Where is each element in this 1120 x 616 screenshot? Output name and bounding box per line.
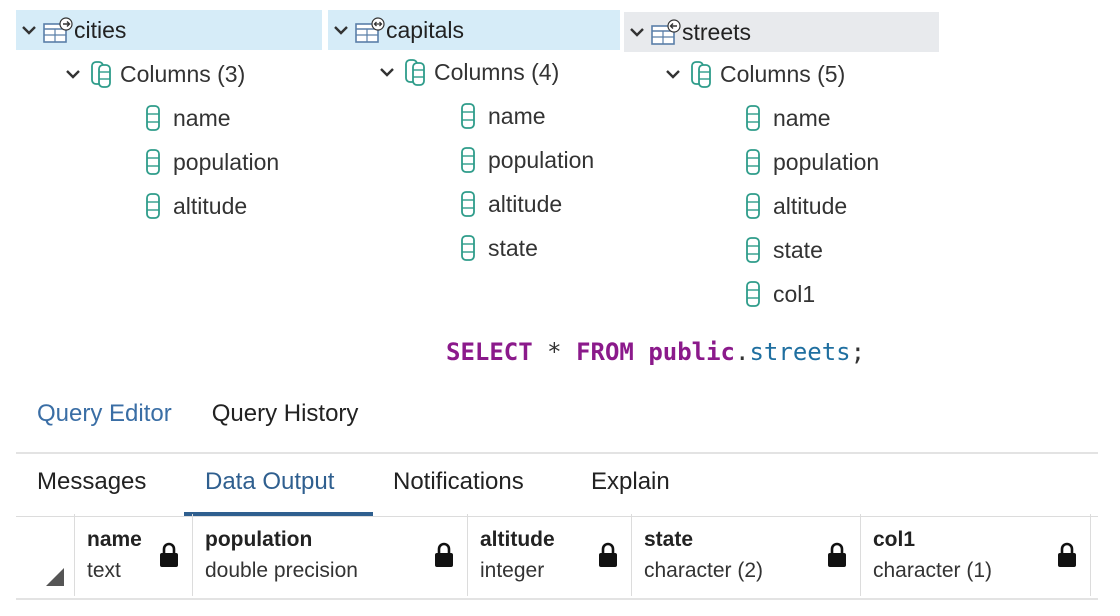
- column-name: altitude: [773, 192, 848, 219]
- column-icon: [739, 103, 767, 133]
- tab-explain[interactable]: Explain: [591, 468, 670, 496]
- column-name: population: [488, 146, 595, 173]
- lock-icon: [435, 542, 453, 567]
- select-all-corner-icon: [46, 568, 64, 586]
- column-icon: [454, 101, 482, 131]
- tab-data-output[interactable]: Data Output: [205, 468, 334, 496]
- columns-label: Columns (4): [434, 58, 560, 85]
- lock-icon: [160, 542, 178, 567]
- column-name: population: [173, 148, 280, 175]
- sql-keyword-from: FROM: [576, 338, 634, 366]
- chevron-down-icon[interactable]: [374, 59, 400, 85]
- table-name: cities: [74, 16, 127, 43]
- columns-icon: [400, 57, 432, 87]
- tree-column-item[interactable]: altitude: [139, 188, 247, 224]
- tab-notifications[interactable]: Notifications: [393, 468, 524, 496]
- select-all-corner[interactable]: [16, 514, 75, 596]
- sql-query-line[interactable]: SELECT * FROM public.streets;: [446, 338, 865, 366]
- column-icon: [139, 191, 167, 221]
- column-header-population[interactable]: population double precision: [193, 514, 468, 596]
- column-name: name: [488, 102, 546, 129]
- tree-column-item[interactable]: population: [139, 144, 279, 180]
- tree-column-item[interactable]: population: [739, 144, 879, 180]
- chevron-down-icon[interactable]: [328, 17, 354, 43]
- column-icon: [739, 147, 767, 177]
- lock-icon: [599, 542, 617, 567]
- column-icon: [739, 191, 767, 221]
- tree-column-item[interactable]: name: [454, 98, 546, 134]
- column-name: population: [773, 148, 880, 175]
- columns-icon: [86, 59, 118, 89]
- column-icon: [454, 145, 482, 175]
- columns-node[interactable]: Columns (5): [660, 56, 845, 92]
- tab-query-history[interactable]: Query History: [212, 400, 359, 428]
- output-tabs: Messages Data Output Notifications Expla…: [16, 452, 1098, 517]
- tree-column-item[interactable]: state: [454, 230, 538, 266]
- column-header-title: population: [205, 528, 313, 551]
- tree-column-item[interactable]: name: [739, 100, 831, 136]
- columns-node[interactable]: Columns (4): [374, 54, 559, 90]
- tab-query-editor[interactable]: Query Editor: [37, 400, 172, 428]
- columns-node[interactable]: Columns (3): [60, 56, 245, 92]
- column-header-name[interactable]: name text: [75, 514, 193, 596]
- tree-column-item[interactable]: state: [739, 232, 823, 268]
- columns-icon: [686, 59, 718, 89]
- column-name: altitude: [173, 192, 248, 219]
- column-name: state: [773, 236, 823, 263]
- editor-tabs: Query Editor Query History: [37, 400, 358, 428]
- column-icon: [739, 235, 767, 265]
- column-icon: [739, 279, 767, 309]
- column-header-title: altitude: [480, 528, 555, 551]
- tree-column-item[interactable]: name: [139, 100, 231, 136]
- column-header-type: double precision: [205, 559, 358, 582]
- column-name: state: [488, 234, 538, 261]
- column-name: name: [773, 104, 831, 131]
- column-header-col1[interactable]: col1 character (1): [861, 514, 1091, 596]
- column-header-title: name: [87, 528, 142, 551]
- columns-label: Columns (3): [120, 60, 246, 87]
- sql-schema: public: [648, 338, 736, 366]
- tree-column-item[interactable]: altitude: [454, 186, 562, 222]
- column-header-title: col1: [873, 528, 916, 551]
- data-grid-header: name text population double precision al…: [16, 514, 1098, 600]
- sql-semicolon: ;: [850, 338, 866, 366]
- chevron-down-icon[interactable]: [60, 61, 86, 87]
- chevron-down-icon[interactable]: [660, 61, 686, 87]
- column-icon: [139, 103, 167, 133]
- columns-label: Columns (5): [720, 60, 846, 87]
- lock-icon: [828, 542, 846, 567]
- column-header-type: text: [87, 559, 121, 582]
- column-name: col1: [773, 280, 816, 307]
- sql-keyword-select: SELECT: [446, 338, 533, 366]
- table-partition-icon: [354, 16, 386, 44]
- column-name: altitude: [488, 190, 563, 217]
- table-name: streets: [682, 18, 752, 45]
- column-icon: [454, 189, 482, 219]
- sql-object: streets: [749, 338, 851, 366]
- tree-column-item[interactable]: altitude: [739, 188, 847, 224]
- column-header-type: character (1): [873, 559, 993, 582]
- chevron-down-icon[interactable]: [624, 19, 650, 45]
- chevron-down-icon[interactable]: [16, 17, 42, 43]
- tree-node-capitals[interactable]: capitals: [328, 10, 620, 50]
- tree-column-item[interactable]: population: [454, 142, 594, 178]
- lock-icon: [1058, 542, 1076, 567]
- column-header-type: character (2): [644, 559, 764, 582]
- tree-node-cities[interactable]: cities: [16, 10, 322, 50]
- table-child-icon: [650, 18, 682, 46]
- column-header-altitude[interactable]: altitude integer: [468, 514, 632, 596]
- column-name: name: [173, 104, 231, 131]
- table-name: capitals: [386, 16, 464, 43]
- tree-column-item[interactable]: col1: [739, 276, 815, 312]
- sql-dot: .: [735, 338, 750, 366]
- column-header-type: integer: [480, 559, 545, 582]
- sql-star: *: [532, 338, 577, 366]
- tree-node-streets[interactable]: streets: [624, 12, 939, 52]
- column-header-title: state: [644, 528, 694, 551]
- tab-messages[interactable]: Messages: [37, 468, 146, 496]
- column-icon: [139, 147, 167, 177]
- column-icon: [454, 233, 482, 263]
- table-inherit-icon: [42, 16, 74, 44]
- column-header-state[interactable]: state character (2): [632, 514, 861, 596]
